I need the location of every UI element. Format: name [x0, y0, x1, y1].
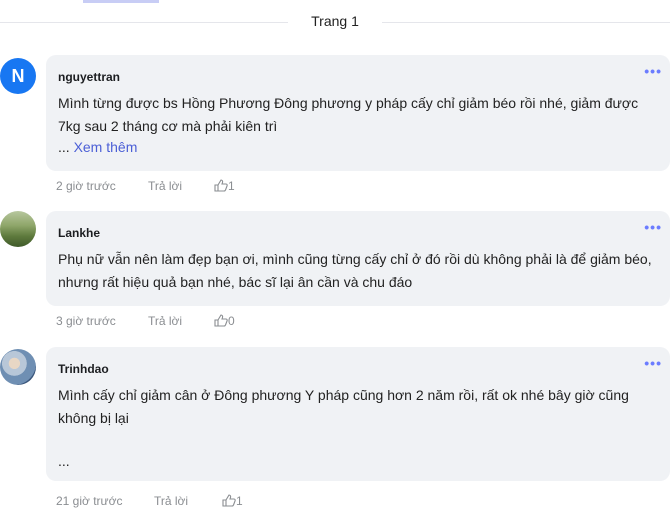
thumbs-up-icon: [214, 179, 228, 192]
divider-line-left: [0, 22, 288, 23]
comment-bubble: Trinhdao ••• Mình cấy chỉ giảm cân ở Đôn…: [46, 347, 670, 481]
thumbs-up-icon: [222, 494, 236, 507]
comment-author[interactable]: nguyettran: [58, 70, 120, 84]
like-count: 1: [228, 179, 235, 193]
more-dots-icon[interactable]: •••: [644, 219, 662, 235]
comment-author[interactable]: Trinhdao: [58, 362, 109, 376]
comment-text: Mình từng được bs Hồng Phương Đông phươn…: [58, 95, 639, 134]
truncation-ellipsis: ...: [58, 453, 70, 469]
see-more-link[interactable]: ... Xem thêm: [58, 139, 137, 155]
comment-text: Mình cấy chỉ giảm cân ở Đông phương Y ph…: [58, 387, 629, 426]
comment-bubble: nguyettran ••• Mình từng được bs Hồng Ph…: [46, 55, 670, 171]
comment-author[interactable]: Lankhe: [58, 226, 100, 240]
more-dots-icon[interactable]: •••: [644, 63, 662, 79]
like-button[interactable]: 0: [214, 314, 235, 328]
more-dots-icon[interactable]: •••: [644, 355, 662, 371]
thumbs-up-icon: [214, 314, 228, 327]
avatar[interactable]: [0, 349, 36, 385]
like-button[interactable]: 1: [222, 494, 243, 508]
like-count: 0: [228, 314, 235, 328]
comment-time: 2 giờ trước: [56, 179, 116, 193]
reply-button[interactable]: Trả lời: [154, 494, 188, 508]
see-more-prefix: ...: [58, 139, 70, 155]
top-tab-indicator: [83, 0, 159, 3]
comment-bubble: Lankhe ••• Phụ nữ vẫn nên làm đẹp bạn ơi…: [46, 211, 670, 306]
avatar[interactable]: [0, 211, 36, 247]
comment-text: Phụ nữ vẫn nên làm đẹp bạn ơi, mình cũng…: [58, 251, 652, 290]
divider-line-right: [382, 22, 670, 23]
like-button[interactable]: 1: [214, 179, 235, 193]
like-count: 1: [236, 494, 243, 508]
comment-time: 3 giờ trước: [56, 314, 116, 328]
page-label: Trang 1: [311, 13, 359, 29]
comment-time: 21 giờ trước: [56, 494, 123, 508]
avatar[interactable]: N: [0, 58, 36, 94]
see-more-label[interactable]: Xem thêm: [74, 139, 138, 155]
reply-button[interactable]: Trả lời: [148, 314, 182, 328]
reply-button[interactable]: Trả lời: [148, 179, 182, 193]
